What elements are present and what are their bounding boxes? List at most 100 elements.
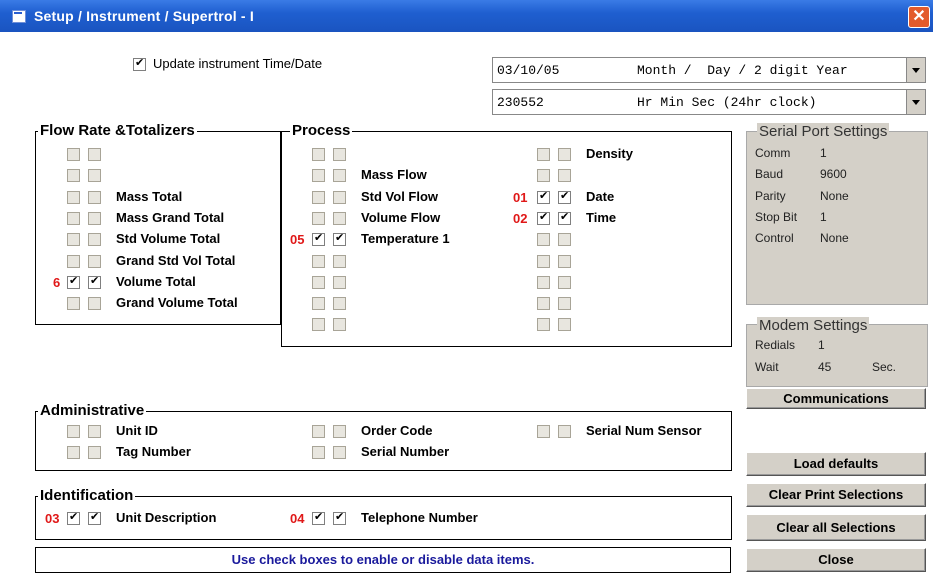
item-label: Unit Description [116,510,217,525]
enable-checkbox[interactable] [333,297,346,311]
enable-checkbox[interactable] [558,318,571,332]
load-defaults-button[interactable]: Load defaults [746,452,926,476]
process-group-title: Process [290,122,353,139]
print-checkbox[interactable] [312,446,325,459]
print-checkbox[interactable] [537,425,550,438]
item-number-marker: 6 [53,274,61,290]
enable-checkbox[interactable] [333,510,346,525]
date-dropdown[interactable]: 03/10/05 Month / Day / 2 digit Year [492,57,926,83]
modem-redials-value: 1 [818,338,825,352]
enable-checkbox[interactable] [88,169,101,183]
enable-checkbox[interactable] [558,254,571,268]
update-time-checkbox[interactable] [133,56,146,71]
modem-wait-label: Wait [755,360,779,374]
update-time-label: Update instrument Time/Date [153,56,323,71]
print-checkbox[interactable] [312,318,325,332]
print-checkbox[interactable] [537,318,550,332]
item-label: Date [586,188,615,204]
print-checkbox[interactable] [67,148,80,161]
enable-checkbox[interactable] [88,233,101,247]
print-checkbox[interactable] [537,148,550,161]
window-title: Setup / Instrument / Supertrol - I [34,8,254,24]
print-checkbox[interactable] [312,169,325,183]
print-checkbox[interactable] [537,254,550,268]
print-checkbox[interactable] [67,425,80,438]
enable-checkbox[interactable] [88,190,101,204]
print-checkbox[interactable] [67,254,80,268]
title-bar[interactable]: Setup / Instrument / Supertrol - I ✕ [0,0,933,32]
print-checkbox[interactable] [67,190,80,204]
print-checkbox[interactable] [67,446,80,459]
print-checkbox[interactable] [312,297,325,311]
print-checkbox[interactable] [537,233,550,247]
chevron-down-icon[interactable] [906,58,925,82]
print-checkbox[interactable] [67,211,80,225]
print-checkbox[interactable] [312,231,325,247]
serial-setting-label: Parity [755,188,786,203]
enable-checkbox[interactable] [88,211,101,225]
administrative-group [35,411,732,471]
item-label: Tag Number [116,444,191,459]
enable-checkbox[interactable] [558,275,571,289]
print-checkbox[interactable] [312,148,325,161]
print-checkbox[interactable] [67,233,80,247]
print-checkbox[interactable] [312,254,325,268]
chevron-down-icon[interactable] [906,90,925,114]
time-dropdown[interactable]: 230552 Hr Min Sec (24hr clock) [492,89,926,115]
print-checkbox[interactable] [537,275,550,289]
enable-checkbox[interactable] [333,318,346,332]
enable-checkbox[interactable] [88,446,101,459]
communications-button[interactable]: Communications [746,388,926,409]
enable-checkbox[interactable] [558,210,571,225]
enable-checkbox[interactable] [333,254,346,268]
enable-checkbox[interactable] [333,148,346,161]
item-label: Volume Flow [361,209,441,225]
enable-checkbox[interactable] [333,275,346,289]
print-checkbox[interactable] [537,210,550,225]
print-checkbox[interactable] [67,169,80,183]
print-checkbox[interactable] [67,297,80,311]
enable-checkbox[interactable] [333,231,346,247]
print-checkbox[interactable] [312,510,325,525]
enable-checkbox[interactable] [88,254,101,268]
print-checkbox[interactable] [312,275,325,289]
close-window-icon[interactable]: ✕ [908,6,930,28]
enable-checkbox[interactable] [88,148,101,161]
print-checkbox[interactable] [312,211,325,225]
item-number-marker: 01 [513,189,528,205]
print-checkbox[interactable] [312,425,325,438]
enable-checkbox[interactable] [558,297,571,311]
enable-checkbox[interactable] [558,169,571,183]
print-checkbox[interactable] [537,169,550,183]
print-checkbox[interactable] [312,190,325,204]
print-checkbox[interactable] [537,189,550,204]
enable-checkbox[interactable] [88,297,101,311]
enable-checkbox[interactable] [88,510,101,525]
enable-checkbox[interactable] [88,274,101,289]
enable-checkbox[interactable] [333,446,346,459]
enable-checkbox[interactable] [333,425,346,438]
enable-checkbox[interactable] [333,211,346,225]
clear-print-selections-button[interactable]: Clear Print Selections [746,483,926,507]
enable-checkbox[interactable] [558,189,571,204]
print-checkbox[interactable] [67,510,80,525]
serial-port-title: Serial Port Settings [757,123,890,140]
enable-checkbox[interactable] [88,425,101,438]
item-label: Temperature 1 [361,231,450,247]
date-value: 03/10/05 [497,63,560,78]
enable-checkbox[interactable] [558,148,571,161]
serial-setting-label: Control [755,231,794,246]
enable-checkbox[interactable] [558,233,571,247]
enable-checkbox[interactable] [333,169,346,183]
modem-redials-label: Redials [755,338,796,352]
item-label: Mass Flow [361,167,427,183]
print-checkbox[interactable] [537,297,550,311]
enable-checkbox[interactable] [558,425,571,438]
close-button[interactable]: Close [746,548,926,572]
enable-checkbox[interactable] [333,190,346,204]
clear-all-selections-button[interactable]: Clear all Selections [746,514,926,541]
identification-group-title: Identification [38,487,136,504]
print-checkbox[interactable] [67,274,80,289]
item-label: Serial Num Sensor [586,423,702,438]
item-number-marker: 05 [290,232,305,248]
